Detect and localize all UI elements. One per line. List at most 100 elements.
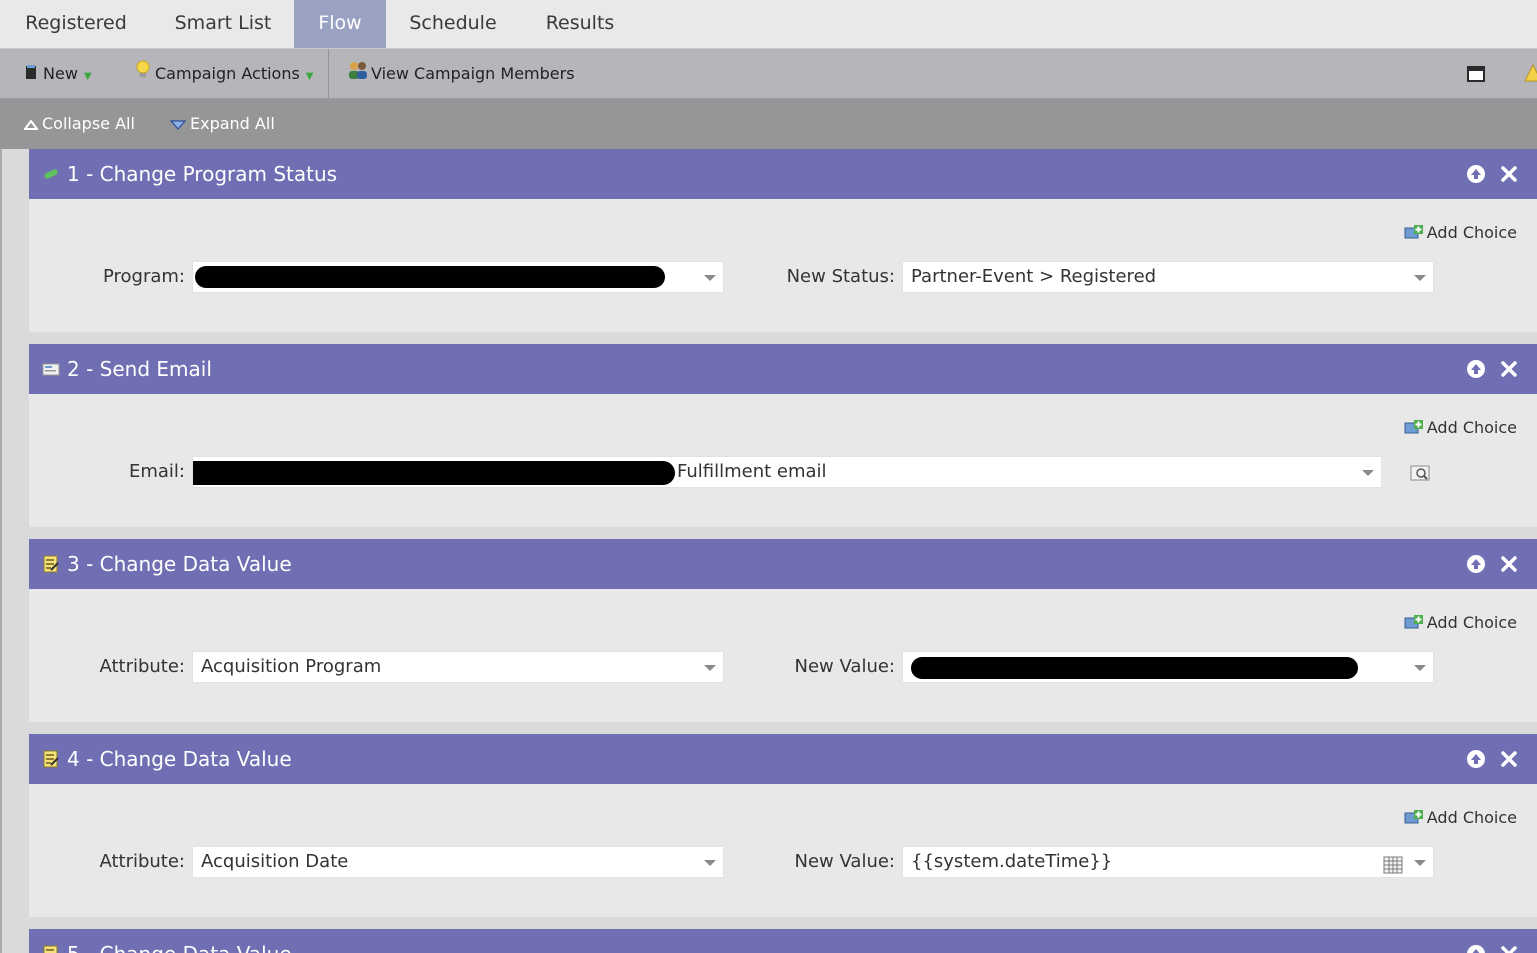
add-choice-label: Add Choice xyxy=(1426,418,1517,437)
step-header[interactable]: 3 - Change Data Value xyxy=(29,539,1537,589)
add-choice-icon xyxy=(1404,614,1424,632)
redaction-mark xyxy=(193,461,675,485)
tab-results[interactable]: Results xyxy=(520,0,640,48)
step-header[interactable]: 4 - Change Data Value xyxy=(29,734,1537,784)
new-icon xyxy=(24,50,38,99)
delete-step-icon[interactable] xyxy=(1498,943,1520,953)
flow-steps-area: 1 - Change Program Status Add Choice Pro… xyxy=(0,149,1537,953)
delete-step-icon[interactable] xyxy=(1498,358,1520,380)
tab-smart-list[interactable]: Smart List xyxy=(152,0,294,48)
email-select[interactable]: Fulfillment email xyxy=(192,456,1382,488)
chevron-down-icon xyxy=(1414,665,1426,671)
delete-step-icon[interactable] xyxy=(1498,163,1520,185)
redaction-mark xyxy=(911,657,1358,679)
add-choice-label: Add Choice xyxy=(1426,613,1517,632)
tab-flow[interactable]: Flow xyxy=(294,0,386,48)
flow-subbar: Collapse All Expand All xyxy=(0,99,1537,149)
move-up-icon[interactable] xyxy=(1465,358,1487,380)
program-status-icon xyxy=(42,165,60,183)
data-value-icon xyxy=(42,750,60,768)
step-header[interactable]: 2 - Send Email xyxy=(29,344,1537,394)
step-body: Add Choice Attribute: Acquisition Date N… xyxy=(29,784,1537,917)
program-label: Program: xyxy=(102,266,185,287)
tab-bar: Registered Smart List Flow Schedule Resu… xyxy=(0,0,1537,49)
calendar-icon[interactable] xyxy=(1383,854,1403,877)
redaction-mark xyxy=(195,266,665,288)
data-value-icon xyxy=(42,945,60,953)
move-up-icon[interactable] xyxy=(1465,748,1487,770)
new-label: New xyxy=(43,64,78,83)
flow-step-4: 4 - Change Data Value Add Choice Attribu… xyxy=(29,734,1537,917)
view-campaign-members-button[interactable]: View Campaign Members xyxy=(347,49,575,98)
chevron-down-icon xyxy=(1414,275,1426,281)
collapse-icon xyxy=(23,100,39,150)
lightbulb-icon xyxy=(135,50,151,99)
add-choice-button[interactable]: Add Choice xyxy=(1404,808,1517,827)
attribute-label: Attribute: xyxy=(99,851,185,872)
tab-schedule[interactable]: Schedule xyxy=(386,0,520,48)
chevron-down-icon: ▼ xyxy=(83,71,92,82)
attribute-select[interactable]: Acquisition Program xyxy=(192,651,724,683)
chevron-down-icon xyxy=(704,275,716,281)
preview-email-icon[interactable] xyxy=(1410,464,1430,486)
expand-all-button[interactable]: Expand All xyxy=(169,99,275,150)
move-up-icon[interactable] xyxy=(1465,163,1487,185)
new-value-label: New Value: xyxy=(794,656,895,677)
move-up-icon[interactable] xyxy=(1465,943,1487,953)
add-choice-icon xyxy=(1404,809,1424,827)
campaign-actions-button[interactable]: Campaign Actions ▼ xyxy=(135,49,314,98)
data-value-icon xyxy=(42,555,60,573)
add-choice-button[interactable]: Add Choice xyxy=(1404,613,1517,632)
delete-step-icon[interactable] xyxy=(1498,553,1520,575)
step-header[interactable]: 1 - Change Program Status xyxy=(29,149,1537,199)
tab-registered[interactable]: Registered xyxy=(0,0,152,48)
add-choice-label: Add Choice xyxy=(1426,223,1517,242)
program-select[interactable] xyxy=(192,261,724,293)
add-choice-icon xyxy=(1404,224,1424,242)
warning-icon[interactable] xyxy=(1524,63,1537,86)
new-menu-button[interactable]: New ▼ xyxy=(24,49,92,98)
add-choice-button[interactable]: Add Choice xyxy=(1404,223,1517,242)
add-choice-button[interactable]: Add Choice xyxy=(1404,418,1517,437)
step-body: Add Choice Program: New Status: Partner-… xyxy=(29,199,1537,332)
chevron-down-icon xyxy=(704,860,716,866)
attribute-select[interactable]: Acquisition Date xyxy=(192,846,724,878)
collapse-all-button[interactable]: Collapse All xyxy=(23,99,135,150)
email-label: Email: xyxy=(128,461,185,482)
collapse-all-label: Collapse All xyxy=(42,114,135,133)
step-body: Add Choice Attribute: Acquisition Progra… xyxy=(29,589,1537,722)
window-icon[interactable] xyxy=(1467,66,1485,86)
new-value-select[interactable] xyxy=(902,651,1434,683)
move-up-icon[interactable] xyxy=(1465,553,1487,575)
chevron-down-icon xyxy=(1362,470,1374,476)
attribute-value: Acquisition Program xyxy=(201,656,382,677)
step-title: 5 - Change Data Value xyxy=(67,929,292,953)
members-icon xyxy=(347,50,369,99)
flow-step-5: 5 - Change Data Value xyxy=(29,929,1537,953)
new-status-label: New Status: xyxy=(786,266,895,287)
flow-step-1: 1 - Change Program Status Add Choice Pro… xyxy=(29,149,1537,332)
step-title: 3 - Change Data Value xyxy=(67,552,292,576)
chevron-down-icon xyxy=(704,665,716,671)
new-status-value: Partner-Event > Registered xyxy=(911,266,1157,287)
chevron-down-icon xyxy=(1414,860,1426,866)
chevron-down-icon: ▼ xyxy=(305,71,314,82)
attribute-value: Acquisition Date xyxy=(201,851,349,872)
email-icon xyxy=(42,360,60,378)
new-value-input[interactable]: {{system.dateTime}} xyxy=(902,846,1434,878)
delete-step-icon[interactable] xyxy=(1498,748,1520,770)
toolbar: New ▼ Campaign Actions ▼ View Campaign Mem… xyxy=(0,49,1537,99)
email-value: Fulfillment email xyxy=(677,461,827,482)
step-header[interactable]: 5 - Change Data Value xyxy=(29,929,1537,953)
campaign-actions-label: Campaign Actions xyxy=(155,64,300,83)
view-members-label: View Campaign Members xyxy=(371,64,575,83)
flow-step-3: 3 - Change Data Value Add Choice Attribu… xyxy=(29,539,1537,722)
expand-all-label: Expand All xyxy=(190,114,275,133)
step-title: 4 - Change Data Value xyxy=(67,747,292,771)
step-title: 1 - Change Program Status xyxy=(67,162,338,186)
attribute-label: Attribute: xyxy=(99,656,185,677)
new-status-select[interactable]: Partner-Event > Registered xyxy=(902,261,1434,293)
flow-step-2: 2 - Send Email Add Choice Email: Fulfill… xyxy=(29,344,1537,527)
add-choice-label: Add Choice xyxy=(1426,808,1517,827)
expand-icon xyxy=(169,100,187,150)
